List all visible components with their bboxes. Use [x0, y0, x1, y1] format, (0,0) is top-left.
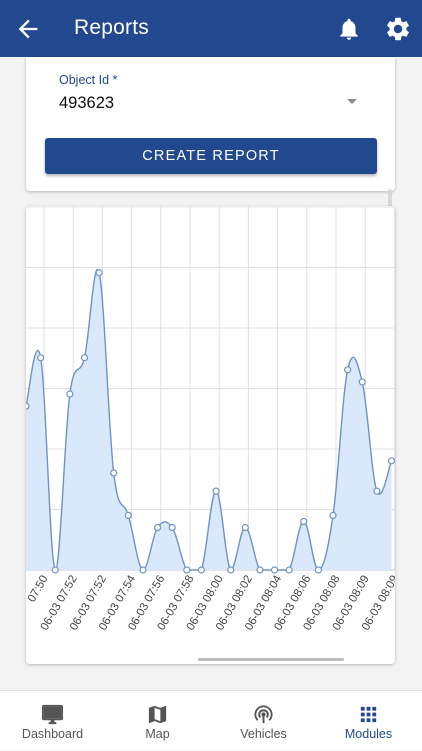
data-point — [124, 511, 132, 519]
data-point — [344, 366, 352, 374]
data-point — [270, 566, 279, 574]
data-point — [197, 566, 206, 574]
nav-label-dashboard: Dashboard — [21, 727, 84, 741]
data-point — [358, 378, 366, 386]
nav-label-map: Map — [145, 727, 170, 741]
create-report-button[interactable]: CREATE REPORT — [45, 138, 377, 174]
app-bar: Reports — [0, 0, 422, 57]
nav-item-map[interactable]: Map — [105, 691, 210, 751]
dropdown-arrow-icon[interactable] — [347, 99, 357, 104]
data-point — [110, 469, 118, 477]
data-point — [153, 523, 162, 532]
map-icon — [148, 705, 167, 724]
back-arrow-icon[interactable] — [14, 15, 42, 43]
broadcast-icon — [254, 705, 273, 724]
data-point — [241, 523, 249, 532]
nav-item-vehicles[interactable]: Vehicles — [211, 691, 316, 751]
data-point — [26, 402, 30, 410]
bottom-navigation: Dashboard Map Vehicles Modules — [0, 690, 422, 750]
nav-item-dashboard[interactable]: Dashboard — [0, 691, 105, 751]
data-point — [80, 354, 89, 362]
nav-label-modules: Modules — [344, 727, 393, 741]
grid-icon — [360, 706, 377, 723]
chart-card: 07:50 06-03 07:52 06-03 07:52 06-03 07:54 06… — [26, 206, 395, 664]
object-id-label: Object Id * — [59, 73, 118, 87]
nav-label-vehicles: Vehicles — [240, 727, 287, 741]
data-point — [314, 566, 322, 574]
data-point — [285, 566, 293, 574]
data-point — [168, 523, 176, 532]
data-point — [51, 566, 59, 574]
bell-icon[interactable] — [336, 16, 362, 42]
data-point — [183, 566, 191, 574]
monitor-icon — [41, 704, 64, 725]
report-form-card: Object Id * 493623 CREATE REPORT — [26, 57, 395, 191]
data-point — [37, 354, 45, 362]
data-point — [373, 487, 381, 495]
data-point — [387, 457, 395, 465]
object-id-select[interactable]: 493623 — [59, 94, 114, 113]
data-point — [329, 511, 337, 519]
data-point — [95, 269, 103, 277]
page-title: Reports — [74, 16, 149, 39]
nav-item-modules[interactable]: Modules — [316, 691, 421, 751]
x-tick-label: 07:50 — [26, 574, 51, 605]
data-point — [256, 566, 264, 574]
data-point — [139, 566, 147, 574]
data-point — [212, 487, 220, 495]
data-point — [66, 390, 74, 398]
data-point — [227, 566, 235, 574]
area-chart: 07:5006-03 07:5206-03 07:5206-03 07:5406… — [26, 206, 395, 633]
data-point — [300, 517, 308, 526]
horizontal-scrollbar[interactable] — [198, 658, 344, 661]
gear-icon[interactable] — [384, 15, 412, 43]
